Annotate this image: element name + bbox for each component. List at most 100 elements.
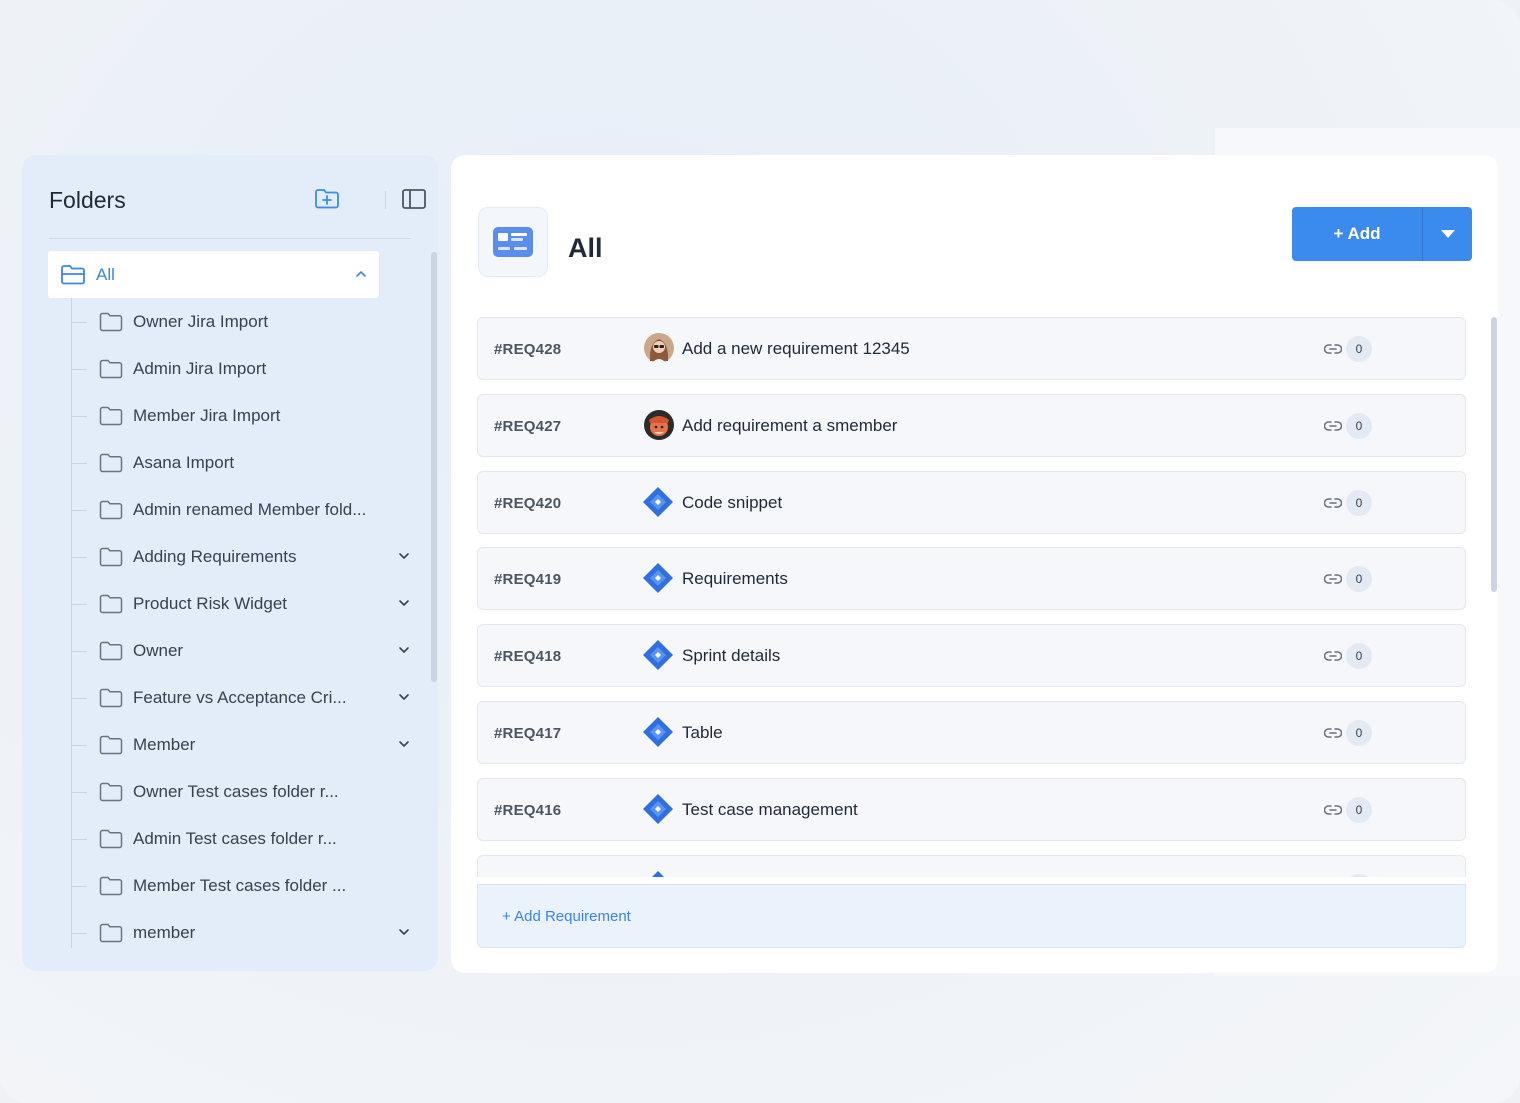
folder-label: Owner Jira Import	[133, 312, 269, 331]
jira-icon	[642, 870, 672, 877]
link-icon	[1323, 493, 1343, 513]
requirement-row[interactable]: #REQ427 Add requirement a smember 0	[477, 393, 1466, 457]
folder-icon	[99, 406, 123, 426]
requirement-row[interactable]: #REQ416 Test case management 0	[477, 777, 1466, 841]
folder-label: member	[133, 923, 196, 942]
jira-icon	[642, 793, 673, 824]
folder-icon	[99, 923, 123, 943]
folder-label: Admin Test cases folder r...	[133, 829, 337, 848]
folder-icon	[99, 829, 123, 849]
folder-icon	[99, 594, 123, 614]
folder-label: Owner	[133, 641, 184, 660]
tree-branch	[71, 368, 87, 370]
tree-branch	[71, 838, 87, 840]
chevron-down-icon[interactable]	[397, 549, 411, 568]
requirements-panel: All + Add #REQ428 Add a new requirement 1…	[451, 155, 1498, 973]
tree-branch	[71, 932, 87, 934]
tree-branch	[71, 650, 87, 652]
add-button-group: + Add	[1292, 207, 1472, 261]
folder-item[interactable]: Feature vs Acceptance Cri...	[71, 678, 411, 718]
folder-item[interactable]: Member Test cases folder ...	[71, 866, 411, 906]
header-divider	[385, 191, 386, 209]
requirement-title: Test case management	[682, 799, 858, 819]
add-requirement-link[interactable]: + Add Requirement	[502, 908, 631, 925]
list-scrollbar[interactable]	[1491, 317, 1497, 592]
link-count-badge: 0	[1346, 873, 1372, 877]
requirement-id: #REQ419	[494, 571, 562, 589]
folder-item[interactable]: member	[71, 913, 411, 953]
folder-all[interactable]: All	[48, 251, 379, 298]
folder-item[interactable]: Owner	[71, 631, 411, 671]
folder-item[interactable]: Member	[71, 725, 411, 765]
link-count-badge: 0	[1346, 412, 1372, 439]
chevron-down-icon[interactable]	[397, 737, 411, 756]
link-count-badge: 0	[1346, 336, 1372, 362]
tree-branch	[71, 415, 87, 417]
link-count-badge: 0	[1346, 720, 1372, 746]
link-icon	[1323, 339, 1343, 359]
folder-label: Member	[133, 735, 196, 754]
tree-branch	[71, 697, 87, 699]
requirement-row[interactable]: #REQ415one line0	[477, 854, 1466, 877]
open-folder-icon	[60, 264, 86, 286]
chevron-down-icon[interactable]	[397, 925, 411, 944]
requirement-row[interactable]: #REQ428 Add a new requirement 12345 0	[477, 317, 1466, 380]
avatar	[644, 409, 674, 440]
requirement-id: #REQ417	[494, 725, 562, 742]
folder-icon	[99, 500, 123, 520]
sidebar-title: Folders	[49, 187, 126, 213]
folders-sidebar: Folders All Owner Jira Import Admin Jira…	[22, 155, 438, 971]
caret-down-icon	[1440, 230, 1455, 238]
folder-icon	[99, 876, 123, 896]
folder-label: Adding Requirements	[133, 547, 297, 566]
link-icon	[1323, 723, 1343, 743]
folder-icon	[99, 547, 123, 567]
requirement-row[interactable]: #REQ417 Table 0	[477, 701, 1466, 764]
folder-item[interactable]: Owner Jira Import	[71, 302, 411, 342]
page-title: All	[568, 233, 603, 263]
add-button[interactable]: + Add	[1292, 207, 1423, 261]
folder-label: Admin renamed Member fold...	[133, 500, 367, 519]
requirement-row[interactable]: #REQ420 Code snippet 0	[477, 470, 1466, 534]
folder-icon	[99, 312, 123, 332]
sidebar-toggle-icon[interactable]	[400, 185, 428, 213]
tree-branch	[71, 791, 87, 793]
folder-item[interactable]: Admin Test cases folder r...	[71, 819, 411, 859]
chevron-down-icon[interactable]	[397, 596, 411, 615]
jira-icon	[642, 486, 673, 517]
tree-branch	[71, 556, 87, 558]
add-dropdown-button[interactable]	[1423, 207, 1472, 261]
folder-item[interactable]: Adding Requirements	[71, 537, 411, 577]
folder-label: Member Jira Import	[133, 406, 281, 425]
folder-label: Member Test cases folder ...	[133, 876, 347, 895]
folder-icon	[99, 453, 123, 473]
tree-branch	[71, 321, 87, 323]
tree-branch	[71, 603, 87, 605]
folder-item[interactable]: Admin renamed Member fold...	[71, 490, 411, 530]
requirement-id: #REQ420	[494, 494, 562, 512]
chevron-down-icon[interactable]	[397, 690, 411, 709]
folder-item[interactable]: Member Jira Import	[71, 396, 411, 436]
folder-item[interactable]: Admin Jira Import	[71, 349, 411, 389]
sidebar-scrollbar[interactable]	[431, 252, 437, 682]
add-requirement-bar: + Add Requirement	[477, 884, 1466, 948]
link-icon	[1323, 646, 1343, 666]
link-icon	[1323, 800, 1343, 820]
requirement-row[interactable]: #REQ419 Requirements 0	[477, 547, 1466, 611]
requirement-row[interactable]: #REQ418 Sprint details 0	[477, 624, 1466, 688]
folder-icon	[99, 359, 123, 379]
folder-item[interactable]: Product Risk Widget	[71, 584, 411, 624]
folder-label: Feature vs Acceptance Cri...	[133, 688, 347, 707]
requirement-id: #REQ416	[494, 801, 562, 819]
chevron-down-icon[interactable]	[397, 643, 411, 662]
folder-item[interactable]: Asana Import	[71, 443, 411, 483]
chevron-up-icon[interactable]	[355, 267, 367, 285]
requirement-title: Sprint details	[682, 646, 781, 666]
folder-label: Asana Import	[133, 453, 235, 472]
link-icon	[1323, 569, 1343, 589]
requirement-title: Add requirement a smember	[682, 415, 898, 435]
tree-branch	[71, 744, 87, 746]
folder-plus-icon[interactable]	[313, 185, 341, 213]
folder-item[interactable]: Owner Test cases folder r...	[71, 772, 411, 812]
folder-icon	[99, 735, 123, 755]
